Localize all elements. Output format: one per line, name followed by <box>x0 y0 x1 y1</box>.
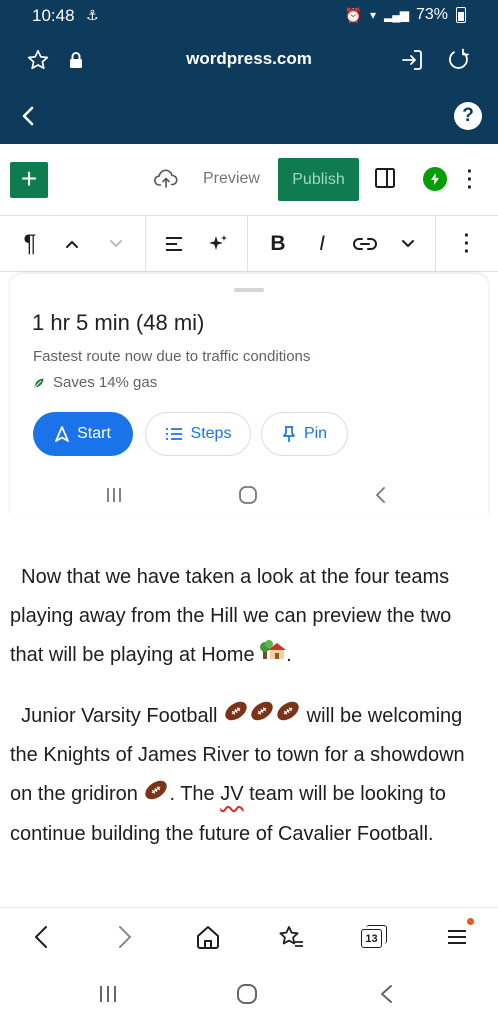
leaf-icon <box>34 378 44 387</box>
status-bar: 10:48 ⚓ ⏰ ▾ ▂▄▆ 73% <box>0 0 498 32</box>
home-icon[interactable] <box>236 983 258 1005</box>
menu-icon[interactable] <box>442 918 474 952</box>
editor-toolbar: + Preview Publish · · · <box>0 144 498 216</box>
paragraph-icon[interactable]: ¶ <box>18 230 42 258</box>
wifi-call-icon: ▾ <box>369 8 376 22</box>
move-up-icon[interactable] <box>62 230 82 258</box>
pin-button[interactable]: Pin <box>261 412 348 456</box>
start-label: Start <box>77 425 111 442</box>
post-content[interactable]: Now that we have taken a look at the fou… <box>10 558 490 876</box>
reload-icon[interactable] <box>445 46 473 74</box>
more-formats-chevron-icon[interactable] <box>398 230 418 258</box>
navigation-arrow-icon <box>55 426 69 442</box>
browser-back-icon[interactable] <box>26 922 56 952</box>
route-time: 1 hr 5 min (48 mi) <box>32 310 205 335</box>
steps-label: Steps <box>190 425 232 442</box>
paragraph-text: Junior Varsity Football <box>21 705 218 728</box>
list-icon <box>165 428 182 440</box>
home-circle-icon <box>239 486 257 504</box>
drag-handle <box>234 288 264 292</box>
battery-icon <box>456 7 466 23</box>
embedded-maps-image[interactable]: 1 hr 5 min (48 mi) Fastest route now due… <box>10 274 488 516</box>
paragraph-block[interactable]: Junior Varsity Football will be welcomin… <box>10 697 490 853</box>
link-icon[interactable] <box>352 230 378 258</box>
browser-forward-icon[interactable] <box>110 922 140 952</box>
pin-icon <box>283 426 295 442</box>
add-block-button[interactable]: + <box>10 162 48 198</box>
start-button[interactable]: Start <box>33 412 133 456</box>
steps-button[interactable]: Steps <box>145 412 251 456</box>
house-emoji <box>260 636 287 675</box>
open-in-app-icon[interactable] <box>398 46 426 74</box>
pin-label: Pin <box>303 425 328 442</box>
gas-savings: Saves 14% gas <box>33 374 157 391</box>
block-format-toolbar: ¶ B I · · · <box>0 216 498 272</box>
gas-savings-text: Saves 14% gas <box>53 374 158 391</box>
paragraph-text: Now that we have taken a look at the fou… <box>10 566 452 666</box>
italic-button[interactable]: I <box>312 230 332 258</box>
block-more-options-icon[interactable]: · · · <box>463 226 471 262</box>
paragraph-text: . The <box>169 783 215 806</box>
signal-icon: ▂▄▆ <box>384 8 409 22</box>
browser-address-bar: wordpress.com <box>0 32 498 88</box>
alignment-group <box>146 216 248 272</box>
cloud-upload-icon[interactable] <box>154 168 178 195</box>
tabs-icon[interactable]: 13 <box>359 922 389 952</box>
settings-sidebar-icon[interactable] <box>374 167 396 194</box>
block-controls-group: ¶ <box>0 216 146 272</box>
back-arrow-icon[interactable] <box>14 102 42 130</box>
browser-home-icon[interactable] <box>193 922 223 952</box>
paragraph-block[interactable]: Now that we have taken a look at the fou… <box>10 558 490 675</box>
football-emoji-group <box>223 697 301 736</box>
football-emoji <box>143 776 169 815</box>
route-note: Fastest route now due to traffic conditi… <box>33 348 311 365</box>
notification-icon: ⚓ <box>86 7 99 23</box>
back-chevron-icon <box>376 487 385 503</box>
system-navigation-bar <box>0 965 498 1023</box>
notification-dot <box>467 918 474 925</box>
jetpack-icon[interactable] <box>423 167 447 191</box>
ai-assistant-sparkle-icon[interactable] <box>206 230 230 258</box>
move-down-icon[interactable] <box>106 230 126 258</box>
misspelled-word[interactable]: JV <box>220 783 243 805</box>
status-time: 10:48 <box>32 6 75 25</box>
text-format-group: B I <box>248 216 436 272</box>
bookmarks-icon[interactable] <box>276 922 306 952</box>
bold-button[interactable]: B <box>266 230 290 258</box>
browser-bottom-nav: 13 <box>0 907 498 965</box>
align-left-icon[interactable] <box>162 230 186 258</box>
recents-icon <box>107 488 121 502</box>
status-indicators: ⏰ ▾ ▂▄▆ 73% <box>345 6 466 24</box>
more-options-icon[interactable]: · · · <box>466 162 474 198</box>
recents-icon[interactable] <box>98 984 118 1004</box>
battery-percent: 73% <box>415 6 448 23</box>
preview-button[interactable]: Preview <box>203 170 260 188</box>
back-icon[interactable] <box>378 983 394 1005</box>
publish-button[interactable]: Publish <box>278 158 359 201</box>
alarm-icon: ⏰ <box>344 6 362 23</box>
wp-header: ? <box>0 88 498 144</box>
help-icon[interactable]: ? <box>454 102 482 130</box>
embedded-system-nav <box>10 474 488 514</box>
